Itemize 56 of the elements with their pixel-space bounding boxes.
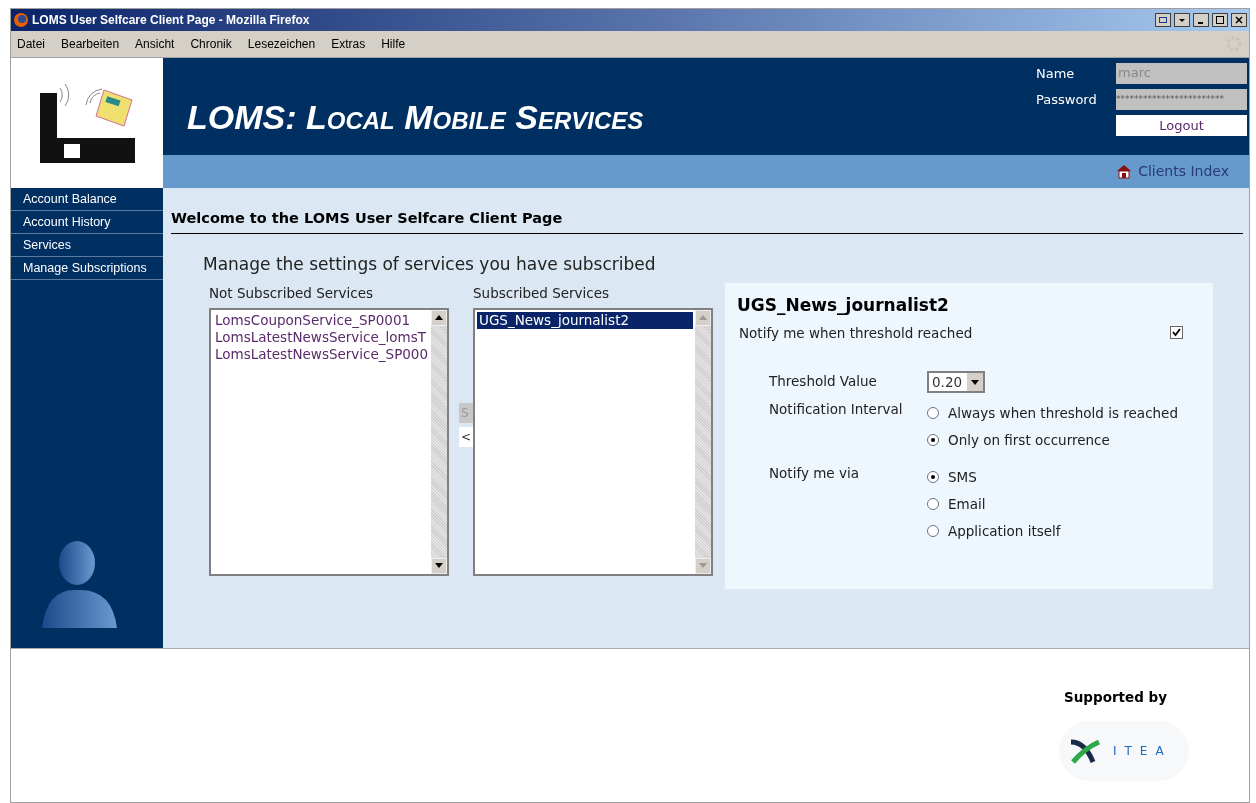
- radio-label: Application itself: [948, 522, 1061, 541]
- radio-button[interactable]: [927, 407, 939, 420]
- list-label: Subscribed Services: [473, 284, 611, 304]
- restore-icon[interactable]: [1155, 13, 1171, 27]
- list-option[interactable]: LomsLatestNewsService_lomsT: [213, 328, 429, 346]
- menu-item[interactable]: Hilfe: [381, 35, 406, 53]
- radio-button[interactable]: [927, 497, 939, 510]
- menu-item[interactable]: Bearbeiten: [61, 35, 120, 53]
- service-listbox[interactable]: LomsCouponService_SP0001 LomsLatestNewsService_lomsT LomsLatestNewsService_SP000: [209, 307, 449, 576]
- group-label: Notification Interval: [769, 400, 904, 419]
- page-heading: Welcome to the LOMS User Selfcare Client Page: [171, 208, 1243, 234]
- dropdown-icon[interactable]: [1174, 13, 1190, 27]
- scrollbar[interactable]: [431, 309, 447, 574]
- radio-button[interactable]: [927, 525, 939, 538]
- menu-item[interactable]: Extras: [331, 35, 366, 53]
- menu-item[interactable]: Ansicht: [135, 35, 175, 53]
- maximize-icon[interactable]: [1212, 13, 1228, 27]
- clients-index-link[interactable]: Clients Index: [1138, 161, 1229, 182]
- sponsor-mark-icon: [1069, 738, 1101, 765]
- sponsor-name: ITEA: [1113, 743, 1172, 761]
- minimize-icon[interactable]: [1193, 13, 1209, 27]
- service-listbox[interactable]: UGS_News_journalist2: [473, 307, 713, 576]
- logout-button[interactable]: Logout: [1116, 115, 1247, 136]
- notify-label: Notify me when threshold reached: [739, 323, 974, 343]
- window-title: LOMS User Selfcare Client Page - Mozilla Firefox: [32, 12, 310, 29]
- site-title: LOMS: Local Mobile Services: [187, 97, 645, 138]
- password-field[interactable]: ************************: [1116, 89, 1247, 110]
- browser-icon: [13, 12, 29, 28]
- list-option[interactable]: LomsCouponService_SP0001: [213, 311, 429, 329]
- list-option[interactable]: UGS_News_journalist2: [477, 311, 693, 329]
- radio-button[interactable]: [927, 434, 939, 447]
- menu-item[interactable]: Chronik: [190, 35, 232, 53]
- threshold-dropdown[interactable]: 0.20: [927, 371, 985, 393]
- supported-by-label: Supported by: [1063, 688, 1167, 707]
- list-option[interactable]: LomsLatestNewsService_SP000: [213, 345, 429, 363]
- menu-item[interactable]: Datei: [17, 35, 45, 53]
- menu-item[interactable]: Lesezeichen: [247, 35, 316, 53]
- password-label: Password: [1036, 90, 1098, 109]
- scroll-down-icon[interactable]: [431, 557, 447, 574]
- list-label: Not Subscribed Services: [209, 284, 375, 304]
- notify-checkbox[interactable]: [1170, 326, 1183, 340]
- caret-icon: [971, 379, 979, 385]
- radio-label: Only on first occurrence: [948, 431, 1110, 451]
- radio-button[interactable]: [927, 470, 939, 483]
- page-subtitle: Manage the settings of services you have subscribed: [203, 252, 657, 276]
- threshold-label: Threshold Value: [769, 372, 878, 391]
- scroll-up-icon[interactable]: [431, 309, 447, 326]
- close-icon[interactable]: [1231, 13, 1247, 27]
- move-button[interactable]: <: [459, 427, 473, 448]
- group-label: Notify me via: [769, 463, 860, 483]
- radio-label: Email: [948, 494, 986, 514]
- service-title: UGS_News_journalist2: [737, 294, 950, 318]
- radio-label: Always when threshold is reached: [948, 404, 1178, 423]
- house-icon: [1116, 164, 1133, 179]
- radio-label: SMS: [948, 467, 977, 487]
- name-label: Name: [1036, 64, 1076, 83]
